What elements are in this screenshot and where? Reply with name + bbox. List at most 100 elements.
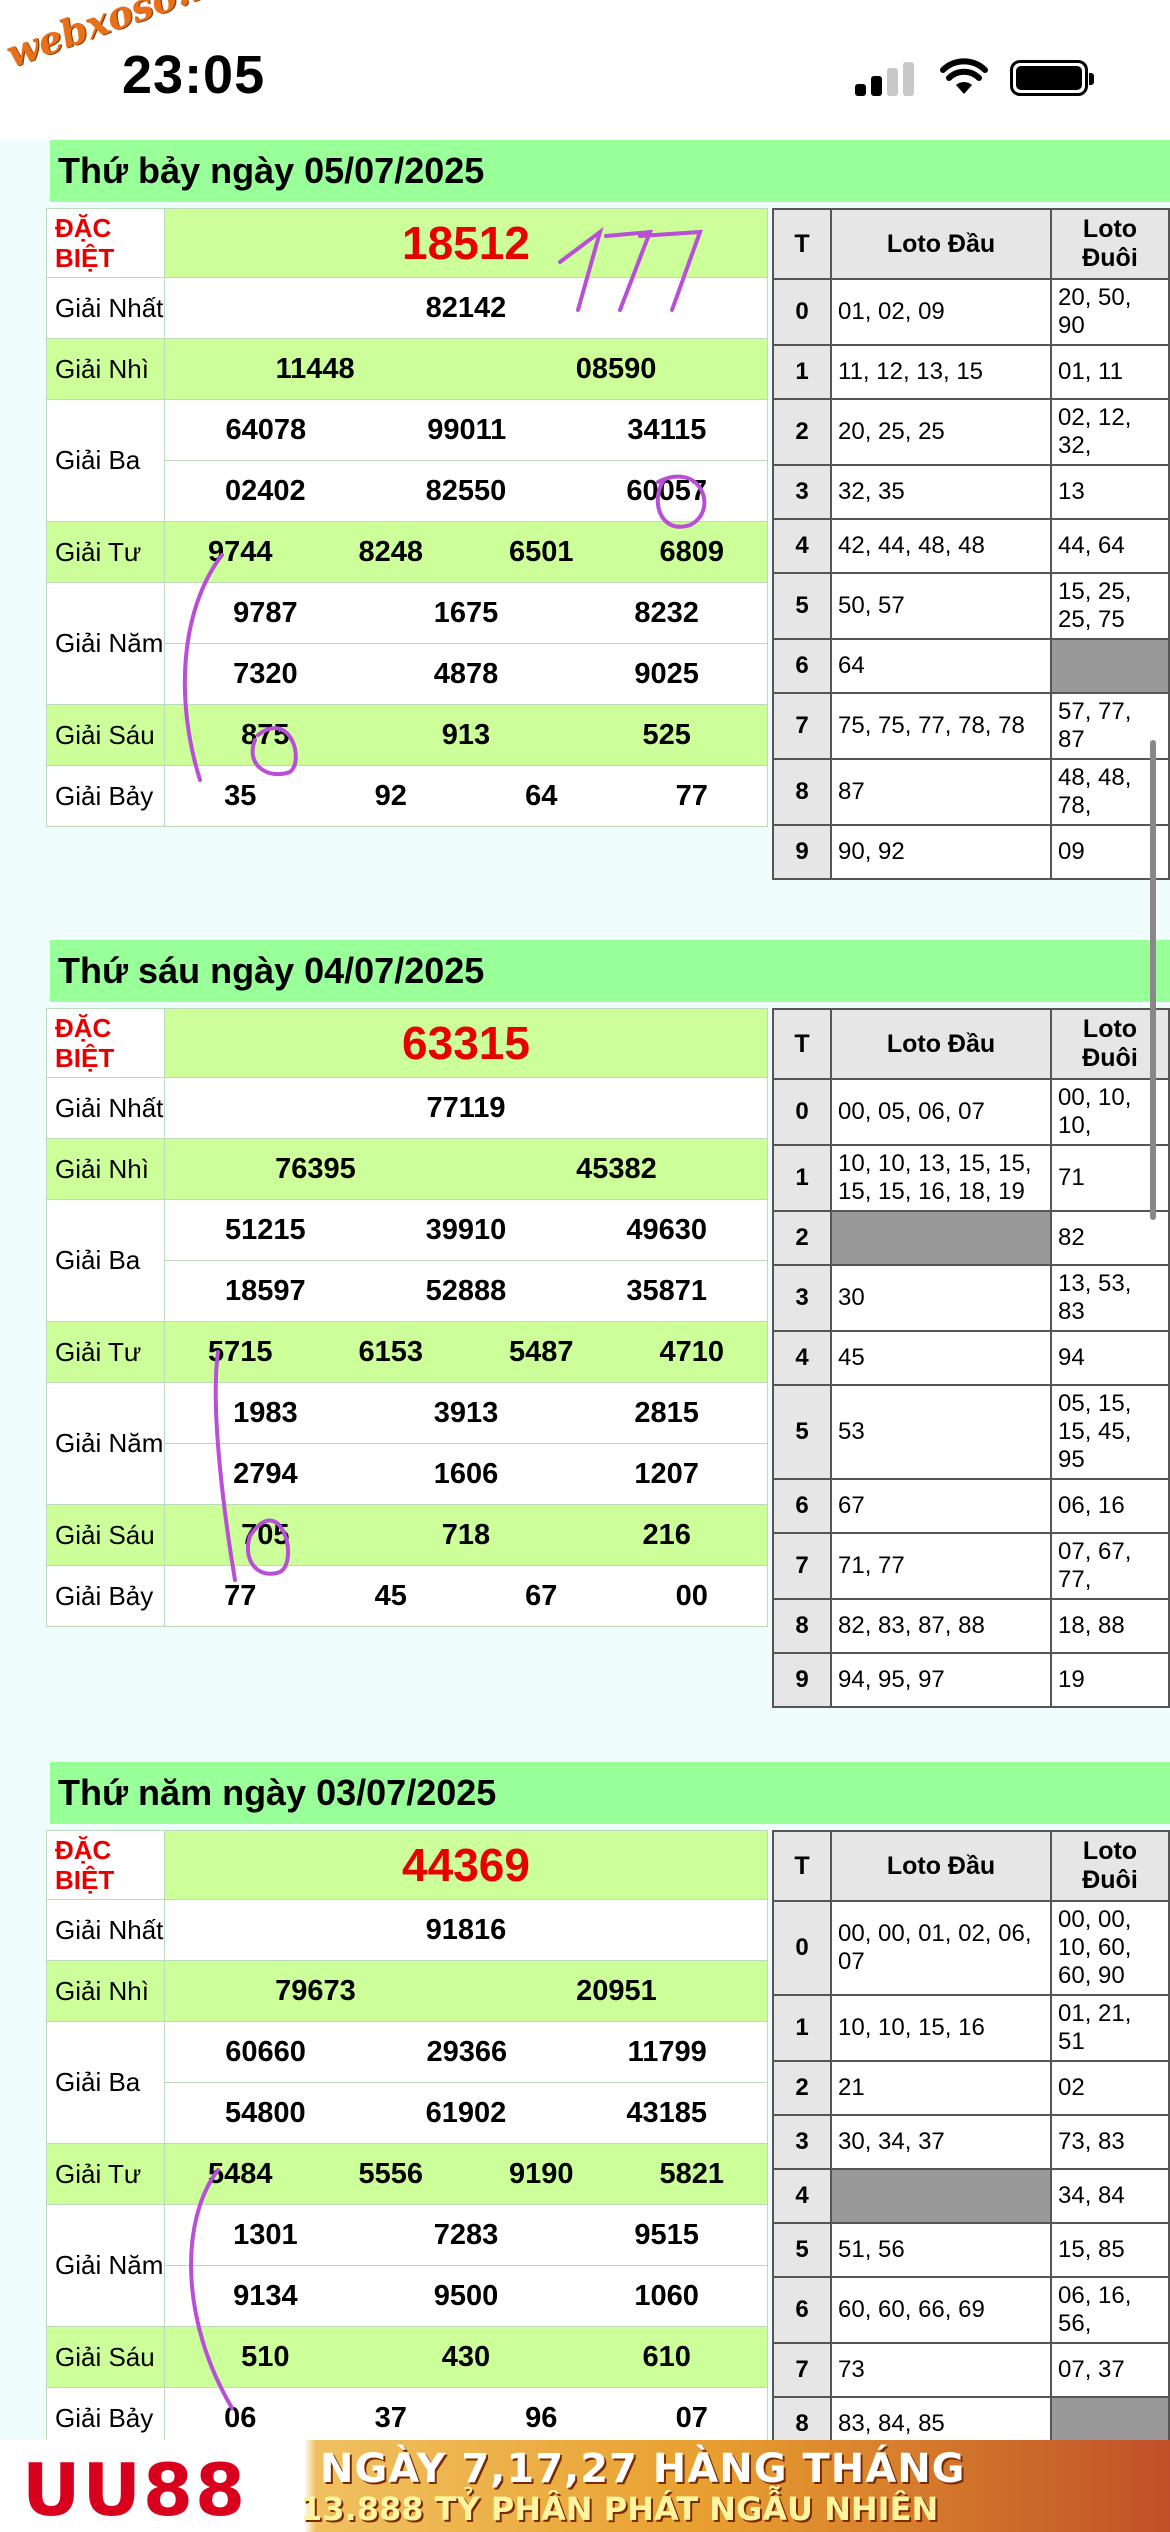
loto-row: 8 83, 84, 85 (772, 2396, 1170, 2440)
prize-number: 49630 (626, 1213, 707, 1246)
loto-row: 6 64 (772, 638, 1170, 694)
prize-values: 9744 8248 6501 6809 (164, 521, 768, 583)
prize-label-db: ĐẶC BIỆT (46, 1008, 165, 1078)
prize-label-g2: Giải Nhì (46, 1138, 165, 1200)
prize-number: 3913 (433, 1396, 499, 1429)
draw-date-title[interactable]: Thứ năm ngày 03/07/2025 (50, 1762, 1170, 1824)
results-page[interactable]: Thứ bảy ngày 05/07/2025 ĐẶC BIỆT 18512 Giải… (0, 140, 1170, 2440)
prize-label-g6: Giải Sáu (46, 2326, 165, 2388)
prize-values: 18512 (164, 208, 768, 278)
cellular-signal-icon (855, 62, 915, 96)
loto-t: 3 (772, 2114, 832, 2170)
scrollbar-thumb[interactable] (1150, 740, 1156, 1220)
prize-label-g5: Giải Năm (46, 2204, 165, 2327)
loto-t: 9 (772, 1652, 832, 1708)
loto-t: 6 (772, 2276, 832, 2344)
prize-number: 5556 (358, 2157, 423, 2190)
loto-dau: 21 (830, 2060, 1052, 2116)
ad-brand: UU88 (22, 2448, 248, 2532)
prize-number: 9744 (207, 535, 273, 568)
prize-number: 34115 (627, 413, 707, 446)
prize-values: 2794 1606 1207 (164, 1443, 768, 1505)
draw-block: Thứ sáu ngày 04/07/2025 ĐẶC BIỆT 63315 Giải… (46, 940, 1170, 1720)
prize-number: 96 (525, 2401, 558, 2434)
prize-values: 76395 45382 (164, 1138, 768, 1200)
prize-number: 60660 (225, 2035, 306, 2068)
prize-number: 60057 (626, 474, 707, 507)
loto-dau: 73 (830, 2342, 1052, 2398)
loto-row: 2 20, 25, 25 02, 12, 32, (772, 398, 1170, 466)
prize-number: 52888 (425, 1274, 507, 1307)
draw-date-title[interactable]: Thứ sáu ngày 04/07/2025 (50, 940, 1170, 1002)
prize-label-g1: Giải Nhất (46, 1077, 165, 1139)
prize-number: 5484 (207, 2157, 273, 2190)
loto-header-t: T (772, 208, 832, 280)
prize-values: 63315 (164, 1008, 768, 1078)
loto-row: 7 73 07, 37 (772, 2342, 1170, 2398)
loto-t: 1 (772, 1994, 832, 2062)
prize-number: 8232 (634, 596, 699, 629)
loto-dau: 71, 77 (830, 1532, 1052, 1600)
prize-number: 8248 (358, 535, 423, 568)
prize-number: 08590 (575, 352, 657, 385)
loto-duoi: 15, 85 (1050, 2222, 1170, 2278)
ad-banner[interactable]: UU88 NGÀY 7,17,27 HÀNG THÁNG 13.888 TỶ P… (0, 2440, 1170, 2532)
loto-row: 0 00, 00, 01, 02, 06, 07 00, 00, 10, 60, 6… (772, 1900, 1170, 1996)
prize-values: 02402 82550 60057 (164, 460, 768, 522)
prize-number: 7320 (233, 657, 298, 690)
prize-number: 913 (441, 718, 491, 751)
loto-duoi: 06, 16, 56, (1050, 2276, 1170, 2344)
loto-duoi: 07, 37 (1050, 2342, 1170, 2398)
loto-t: 0 (772, 1900, 832, 1996)
prize-values: 91816 (164, 1899, 768, 1961)
loto-row: 5 50, 57 15, 25, 25, 75 (772, 572, 1170, 640)
loto-dau (830, 2168, 1052, 2224)
loto-t: 5 (772, 1384, 832, 1480)
special-prize-number: 18512 (402, 217, 530, 269)
prize-number: 35 (224, 779, 257, 812)
prize-label-g2: Giải Nhì (46, 338, 165, 400)
prize-number: 11799 (627, 2035, 707, 2068)
loto-t: 4 (772, 1330, 832, 1386)
prize-number: 610 (642, 2340, 691, 2373)
loto-dau: 30 (830, 1264, 1052, 1332)
loto-dau: 00, 00, 01, 02, 06, 07 (830, 1900, 1052, 1996)
prize-values: 77119 (164, 1077, 768, 1139)
prize-number: 45 (374, 1579, 407, 1612)
prize-number: 1675 (433, 596, 499, 629)
prize-number: 20951 (576, 1974, 657, 2007)
battery-icon (1010, 60, 1094, 96)
loto-t: 8 (772, 758, 832, 826)
prize-values: 705 718 216 (164, 1504, 768, 1566)
loto-row: 6 67 06, 16 (772, 1478, 1170, 1534)
loto-dau: 94, 95, 97 (830, 1652, 1052, 1708)
prize-number: 77 (675, 779, 708, 812)
loto-row: 4 42, 44, 48, 48 44, 64 (772, 518, 1170, 574)
status-time: 23:05 (122, 45, 266, 105)
loto-dau: 82, 83, 87, 88 (830, 1598, 1052, 1654)
prize-values: 1983 3913 2815 (164, 1382, 768, 1444)
draw-date-title[interactable]: Thứ bảy ngày 05/07/2025 (50, 140, 1170, 202)
loto-row: 1 11, 12, 13, 15 01, 11 (772, 344, 1170, 400)
loto-t: 7 (772, 692, 832, 760)
loto-row: 3 30, 34, 37 73, 83 (772, 2114, 1170, 2170)
loto-row: 7 75, 75, 77, 78, 78 57, 77, 87 (772, 692, 1170, 760)
prize-number: 00 (675, 1579, 708, 1612)
loto-dau: 83, 84, 85 (830, 2396, 1052, 2440)
loto-header-t: T (772, 1830, 832, 1902)
loto-row: 5 51, 56 15, 85 (772, 2222, 1170, 2278)
loto-row: 3 30 13, 53, 83 (772, 1264, 1170, 1332)
loto-dau: 11, 12, 13, 15 (830, 344, 1052, 400)
prize-label-g1: Giải Nhất (46, 1899, 165, 1961)
prize-number: 54800 (225, 2096, 306, 2129)
loto-duoi: 01, 11 (1050, 344, 1170, 400)
prize-values: 64078 99011 34115 (164, 399, 768, 461)
loto-dau: 45 (830, 1330, 1052, 1386)
loto-duoi (1050, 638, 1170, 694)
prize-values: 51215 39910 49630 (164, 1199, 768, 1261)
prize-number: 82550 (425, 474, 507, 507)
loto-row: 4 45 94 (772, 1330, 1170, 1386)
prize-values: 79673 20951 (164, 1960, 768, 2022)
loto-dau: 30, 34, 37 (830, 2114, 1052, 2170)
prize-number: 2815 (634, 1396, 699, 1429)
